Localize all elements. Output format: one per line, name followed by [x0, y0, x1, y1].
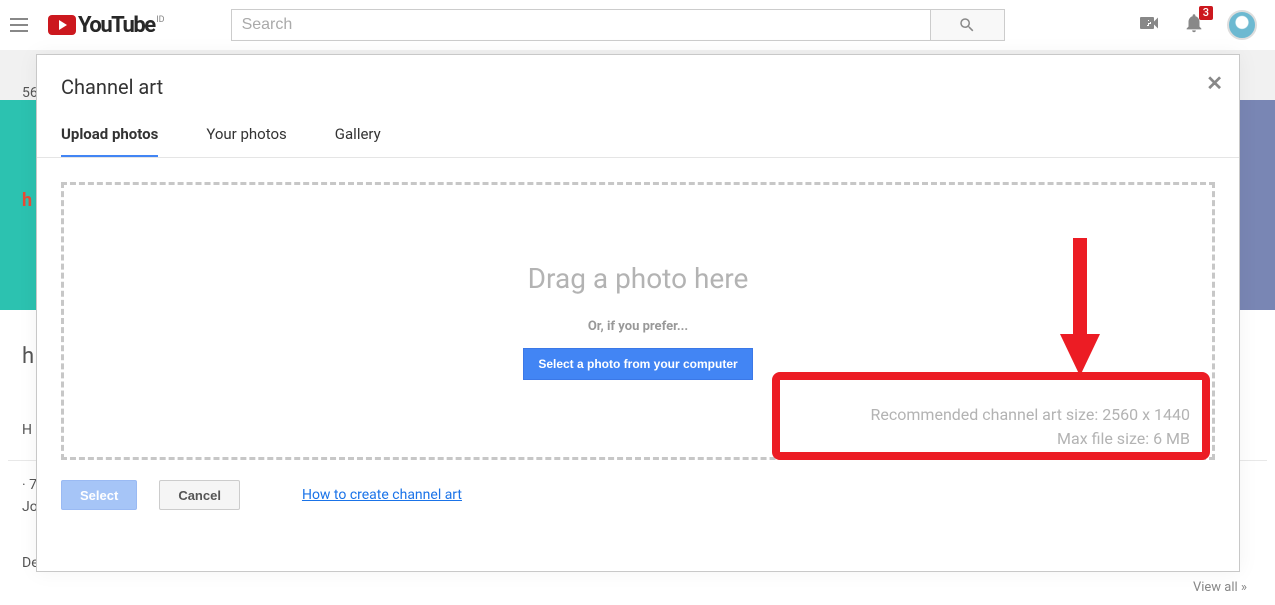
search-button[interactable] [931, 9, 1005, 41]
close-icon[interactable]: ✕ [1206, 71, 1223, 95]
modal-tabs: Upload photos Your photos Gallery [37, 107, 1239, 158]
cancel-button[interactable]: Cancel [159, 480, 240, 510]
upload-dropzone[interactable]: Drag a photo here Or, if you prefer... S… [61, 182, 1215, 460]
youtube-wordmark: YouTube [78, 13, 155, 38]
avatar[interactable] [1227, 10, 1257, 40]
hamburger-menu-icon[interactable] [10, 13, 34, 37]
recommended-size-text: Recommended channel art size: 2560 x 144… [871, 403, 1190, 427]
size-recommendation: Recommended channel art size: 2560 x 144… [871, 403, 1190, 451]
bg-home-initial: H [22, 422, 32, 438]
play-icon [48, 15, 76, 35]
help-link[interactable]: How to create channel art [302, 487, 462, 503]
region-code: ID [156, 15, 164, 25]
channel-art-modal: Channel art ✕ Upload photos Your photos … [36, 54, 1240, 572]
notification-bell-icon[interactable]: 3 [1183, 12, 1205, 38]
upload-video-icon[interactable] [1137, 11, 1161, 39]
bg-banner-letter: h [22, 190, 32, 211]
bg-view-all-link[interactable]: View all » [1193, 580, 1247, 595]
youtube-logo[interactable]: YouTube ID [48, 13, 155, 38]
bg-channel-initial: h [22, 344, 34, 369]
tab-upload-photos[interactable]: Upload photos [61, 125, 158, 158]
drag-instruction: Drag a photo here [528, 262, 749, 295]
max-file-size-text: Max file size: 6 MB [871, 427, 1190, 451]
tab-gallery[interactable]: Gallery [335, 125, 381, 158]
search-input[interactable] [231, 9, 931, 41]
notification-count-badge: 3 [1199, 6, 1213, 20]
tab-your-photos[interactable]: Your photos [206, 125, 286, 158]
select-button[interactable]: Select [61, 480, 137, 510]
modal-title: Channel art [61, 75, 1215, 99]
or-text: Or, if you prefer... [588, 319, 688, 334]
search-icon [958, 16, 976, 34]
select-photo-button[interactable]: Select a photo from your computer [523, 348, 752, 380]
